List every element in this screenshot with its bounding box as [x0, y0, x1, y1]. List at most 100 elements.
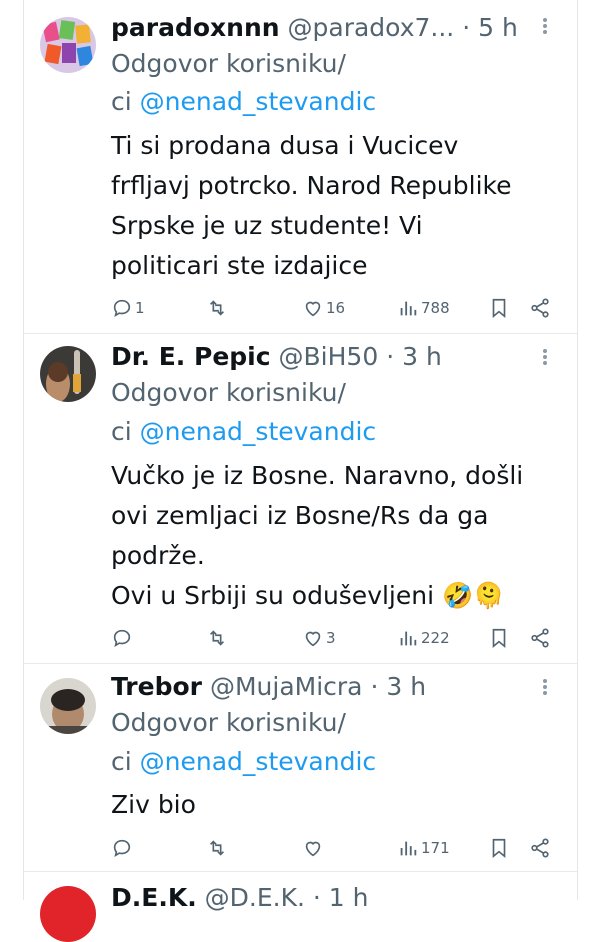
tweet-text-line: politicari ste izdajice [111, 251, 368, 280]
tweet-text-line: Ti si prodana dusa i Vucicev [111, 131, 459, 160]
separator-dot: · [370, 672, 379, 701]
tweet-header: D.E.K. @D.E.K. · 1 h [111, 880, 369, 916]
reply-context-label: Odgovor korisniku/ [111, 378, 346, 407]
reply-context-line2: ci @nenad_stevandic [111, 84, 376, 120]
timestamp[interactable]: 1 h [329, 883, 369, 912]
tweet-header: Trebor @MujaMicra · 3 h [111, 669, 426, 705]
mention-link[interactable]: @nenad_stevandic [140, 417, 377, 446]
like-button[interactable]: 16 [302, 295, 345, 321]
reply-context: Odgovor korisniku/ [111, 46, 346, 82]
tweet-text-line: podrže. [111, 541, 205, 570]
separator-dot: · [386, 342, 395, 371]
share-button[interactable] [529, 835, 551, 861]
tweet-text: Vučko je iz Bosne. Naravno, došli ovi ze… [111, 456, 561, 616]
bookmark-button[interactable] [488, 625, 510, 651]
user-handle[interactable]: @BiH50 [279, 342, 379, 371]
reply-context-line2: ci @nenad_stevandic [111, 744, 376, 780]
mention-link[interactable]: @nenad_stevandic [140, 87, 377, 116]
user-handle[interactable]: @paradox7... [288, 13, 455, 42]
reply-context: Odgovor korisniku/ [111, 705, 346, 741]
display-name[interactable]: D.E.K. [111, 883, 197, 912]
retweet-button[interactable] [206, 835, 228, 861]
reply-context-prefix: ci [111, 417, 132, 446]
bookmark-icon [492, 628, 506, 649]
tweet[interactable]: Trebor @MujaMicra · 3 h Odgovor korisnik… [24, 663, 577, 872]
retweet-button[interactable] [206, 295, 228, 321]
retweet-icon [209, 630, 225, 646]
reply-button[interactable] [111, 625, 135, 651]
tweet-text-line: Vučko je iz Bosne. Naravno, došli [111, 461, 524, 490]
reply-icon [113, 629, 131, 648]
timestamp[interactable]: 5 h [478, 13, 518, 42]
retweet-icon [209, 840, 225, 856]
timestamp[interactable]: 3 h [386, 672, 426, 701]
like-button[interactable]: 3 [302, 625, 336, 651]
retweet-button[interactable] [206, 625, 228, 651]
like-button[interactable] [302, 835, 326, 861]
more-icon[interactable] [533, 677, 557, 701]
tweet-text: Ziv bio [111, 785, 561, 825]
display-name[interactable]: Dr. E. Pepic [111, 342, 271, 371]
share-icon [531, 838, 549, 858]
tweet[interactable]: paradoxnnn @paradox7... · 5 h Odgovor ko… [24, 0, 577, 334]
tweet-header: Dr. E. Pepic @BiH50 · 3 h [111, 339, 442, 375]
like-icon [305, 631, 321, 647]
mention-link[interactable]: @nenad_stevandic [140, 747, 377, 776]
avatar[interactable] [40, 886, 96, 942]
like-count: 3 [326, 629, 336, 647]
reply-context-prefix: ci [111, 87, 132, 116]
separator-dot: · [312, 883, 321, 912]
tweet-text: Ti si prodana dusa i Vucicev frfljavj po… [111, 126, 561, 286]
share-button[interactable] [529, 625, 551, 651]
display-name[interactable]: paradoxnnn [111, 13, 280, 42]
avatar[interactable] [40, 346, 96, 402]
like-icon [305, 301, 321, 317]
action-bar: 171 [111, 835, 561, 861]
more-icon[interactable] [533, 347, 557, 371]
view-count: 788 [421, 299, 450, 317]
bookmark-button[interactable] [488, 835, 510, 861]
tweet-text-line: Ovi u Srbiji su oduševljeni 🤣🫠 [111, 581, 505, 610]
share-button[interactable] [529, 295, 551, 321]
tweet-header: paradoxnnn @paradox7... · 5 h [111, 10, 518, 46]
reply-icon [113, 839, 131, 858]
more-icon[interactable] [533, 16, 557, 40]
action-bar: 1 16 788 [111, 295, 561, 321]
view-count: 222 [421, 629, 450, 647]
reply-context-label: Odgovor korisniku/ [111, 49, 346, 78]
views-button[interactable]: 171 [397, 835, 450, 861]
reply-context-line2: ci @nenad_stevandic [111, 414, 376, 450]
views-button[interactable]: 788 [397, 295, 450, 321]
retweet-icon [209, 300, 225, 316]
tweet-text-line: frfljavj potrcko. Narod Republike [111, 171, 512, 200]
avatar[interactable] [40, 17, 96, 73]
bookmark-icon [492, 838, 506, 859]
user-handle[interactable]: @MujaMicra [210, 672, 363, 701]
separator-dot: · [462, 13, 471, 42]
bookmark-button[interactable] [488, 295, 510, 321]
tweet-text-line: Srpske je uz studente! Vi [111, 211, 423, 240]
views-icon [400, 841, 417, 856]
like-icon [305, 841, 321, 857]
avatar[interactable] [40, 678, 96, 734]
reply-context: Odgovor korisniku/ [111, 375, 346, 411]
reply-count: 1 [135, 299, 145, 317]
reply-button[interactable] [111, 835, 135, 861]
view-count: 171 [421, 839, 450, 857]
views-icon [400, 631, 417, 646]
bookmark-icon [492, 298, 506, 319]
column-border-right [577, 0, 578, 900]
user-handle[interactable]: @D.E.K. [205, 883, 305, 912]
share-icon [531, 298, 549, 318]
share-icon [531, 628, 549, 648]
action-bar: 3 222 [111, 625, 561, 651]
reply-context-label: Odgovor korisniku/ [111, 708, 346, 737]
display-name[interactable]: Trebor [111, 672, 202, 701]
tweet[interactable]: Dr. E. Pepic @BiH50 · 3 h Odgovor korisn… [24, 333, 577, 664]
reply-button[interactable]: 1 [111, 295, 145, 321]
reply-context-prefix: ci [111, 747, 132, 776]
timestamp[interactable]: 3 h [402, 342, 442, 371]
views-button[interactable]: 222 [397, 625, 450, 651]
tweet-text-line: ovi zemljaci iz Bosne/Rs da ga [111, 501, 489, 530]
tweet-text-line: Ziv bio [111, 790, 196, 819]
